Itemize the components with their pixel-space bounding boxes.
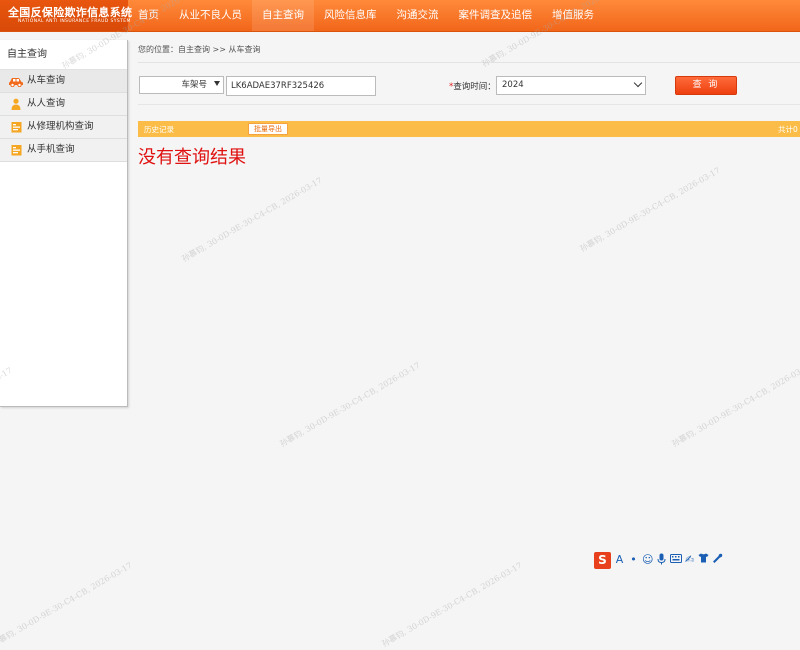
vin-input[interactable]: LK6ADAE37RF325426: [226, 76, 376, 96]
sidebar-item-person-query[interactable]: 从人查询: [0, 93, 127, 116]
nav-communication[interactable]: 沟通交流: [387, 0, 449, 31]
sidebar-title: 自主查询: [0, 40, 127, 70]
phone-icon: [8, 143, 24, 157]
nav-home[interactable]: 首页: [128, 0, 169, 31]
batch-export-button[interactable]: 批量导出: [248, 123, 288, 135]
chevron-down-icon: [633, 78, 643, 88]
sidebar-item-repair-shop-query[interactable]: 从修理机构查询: [0, 116, 127, 139]
wrench-settings-icon[interactable]: [712, 553, 723, 567]
watermark: 孙慕钧, 30-0D-9E-30-C4-CB, 2026-03-17: [380, 560, 524, 649]
history-label: 历史记录: [144, 125, 174, 134]
query-time-text: 查询时间：: [453, 82, 496, 92]
emoji-icon[interactable]: ☺: [642, 553, 653, 567]
sidebar-item-label: 从车查询: [27, 75, 66, 86]
sidebar-item-car-query[interactable]: 从车查询: [0, 70, 127, 93]
top-nav-bar: 全国反保险欺诈信息系统 NATIONAL ANTI INSURANCE FRAU…: [0, 0, 800, 32]
watermark: 孙慕钧, 30-0D-9E-30-C4-CB, 2026-03-17: [0, 560, 134, 649]
logo-title-en: NATIONAL ANTI INSURANCE FRAUD SYSTEM: [18, 19, 131, 24]
logo-title-cn: 全国反保险欺诈信息系统: [8, 6, 133, 19]
history-bar: 历史记录 批量导出 共计0: [138, 121, 800, 137]
watermark: 孙慕钧, 30-0D-9E-30-C4-CB, 2026-03-17: [578, 165, 722, 254]
query-form: 车架号 LK6ADAE37RF325426 *查询时间： 2024 查 询: [138, 76, 800, 98]
query-year-value: 2024: [502, 80, 524, 90]
query-year-select[interactable]: 2024: [496, 76, 646, 95]
query-time-label: *查询时间：: [449, 80, 496, 92]
nav-self-query[interactable]: 自主查询: [252, 0, 314, 31]
query-type-select[interactable]: 车架号: [139, 76, 224, 94]
keyboard-icon[interactable]: [670, 553, 682, 567]
skin-shirt-icon[interactable]: [698, 553, 709, 567]
system-logo[interactable]: 全国反保险欺诈信息系统 NATIONAL ANTI INSURANCE FRAU…: [0, 0, 132, 31]
repair-shop-icon: [8, 120, 24, 134]
sogou-ime-logo-icon[interactable]: S: [594, 551, 611, 569]
nav-value-added[interactable]: 增值服务: [542, 0, 604, 31]
sidebar: 自主查询 从车查询 从人查询 从修理机构查询 从手机查询: [0, 40, 128, 407]
query-type-value: 车架号: [181, 80, 207, 90]
ime-toolbar: S A • ☺ ✍: [594, 551, 723, 569]
nav-case-investigation[interactable]: 案件调查及追偿: [449, 0, 543, 31]
search-button[interactable]: 查 询: [675, 76, 737, 95]
watermark: 孙慕钧, 30-0D-9E-30-C4-CB, 2026-03-17: [278, 360, 422, 449]
sidebar-item-label: 从人查询: [27, 98, 66, 109]
main-nav: 首页 从业不良人员 自主查询 风险信息库 沟通交流 案件调查及追偿 增值服务: [128, 0, 604, 31]
watermark: 孙慕钧, 30-0D-9E-30-C4-CB, 2026-03-17: [180, 175, 324, 264]
punctuation-icon[interactable]: •: [628, 553, 639, 567]
chevron-down-icon: [214, 81, 220, 86]
form-divider: [138, 104, 800, 105]
microphone-icon[interactable]: [656, 553, 667, 567]
breadcrumb: 您的位置：自主查询 >> 从车查询: [138, 45, 261, 54]
nav-bad-practitioners[interactable]: 从业不良人员: [169, 0, 252, 31]
no-result-message: 没有查询结果: [138, 147, 246, 168]
sidebar-item-label: 从修理机构查询: [27, 121, 94, 132]
total-count-label: 共计0: [778, 125, 798, 134]
sidebar-item-label: 从手机查询: [27, 144, 75, 155]
sidebar-item-phone-query[interactable]: 从手机查询: [0, 139, 127, 162]
handwriting-icon[interactable]: ✍: [684, 553, 695, 567]
breadcrumb-divider: [138, 62, 800, 63]
person-icon: [8, 97, 24, 111]
watermark: 孙慕钧, 30-0D-9E-30-C4-CB, 2026-03-17: [670, 360, 800, 449]
car-icon: [8, 74, 24, 88]
nav-risk-database[interactable]: 风险信息库: [314, 0, 387, 31]
language-toggle-icon[interactable]: A: [614, 553, 625, 567]
